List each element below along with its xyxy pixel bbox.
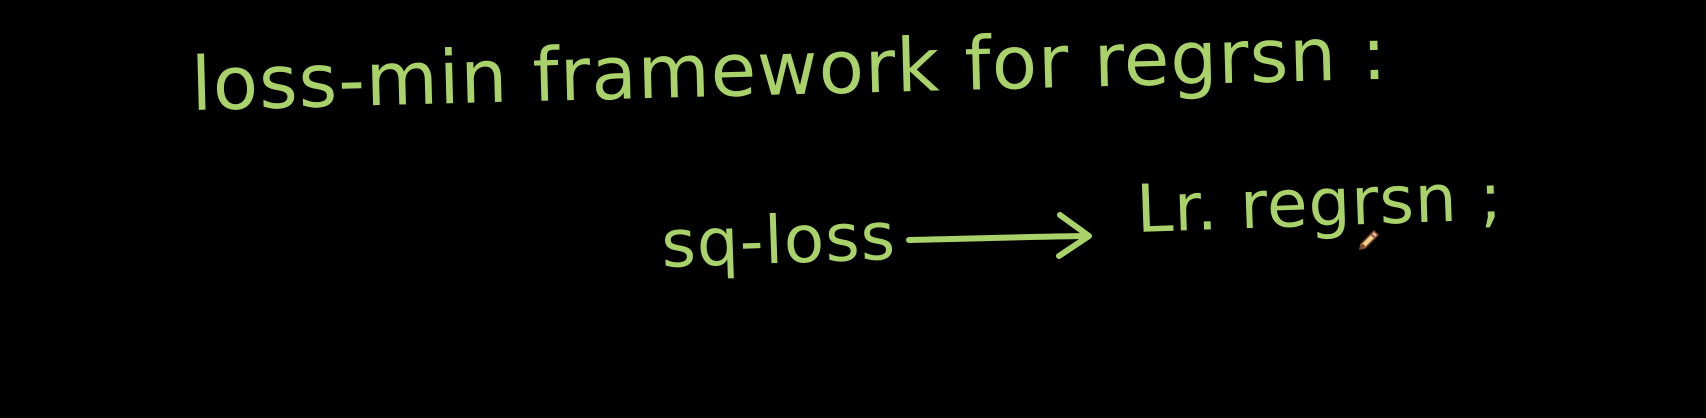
right-arrow-icon bbox=[906, 212, 1092, 259]
pencil-cursor-icon bbox=[1359, 229, 1380, 250]
handwritten-title-line: loss-min framework for regrsn : bbox=[190, 10, 1389, 128]
handwritten-linear-regression-text: Lr. regrsn ; bbox=[1135, 158, 1505, 248]
whiteboard-canvas[interactable]: loss-min framework for regrsn : sq-loss … bbox=[0, 0, 1706, 418]
handwritten-sq-loss-text: sq-loss bbox=[660, 197, 898, 283]
